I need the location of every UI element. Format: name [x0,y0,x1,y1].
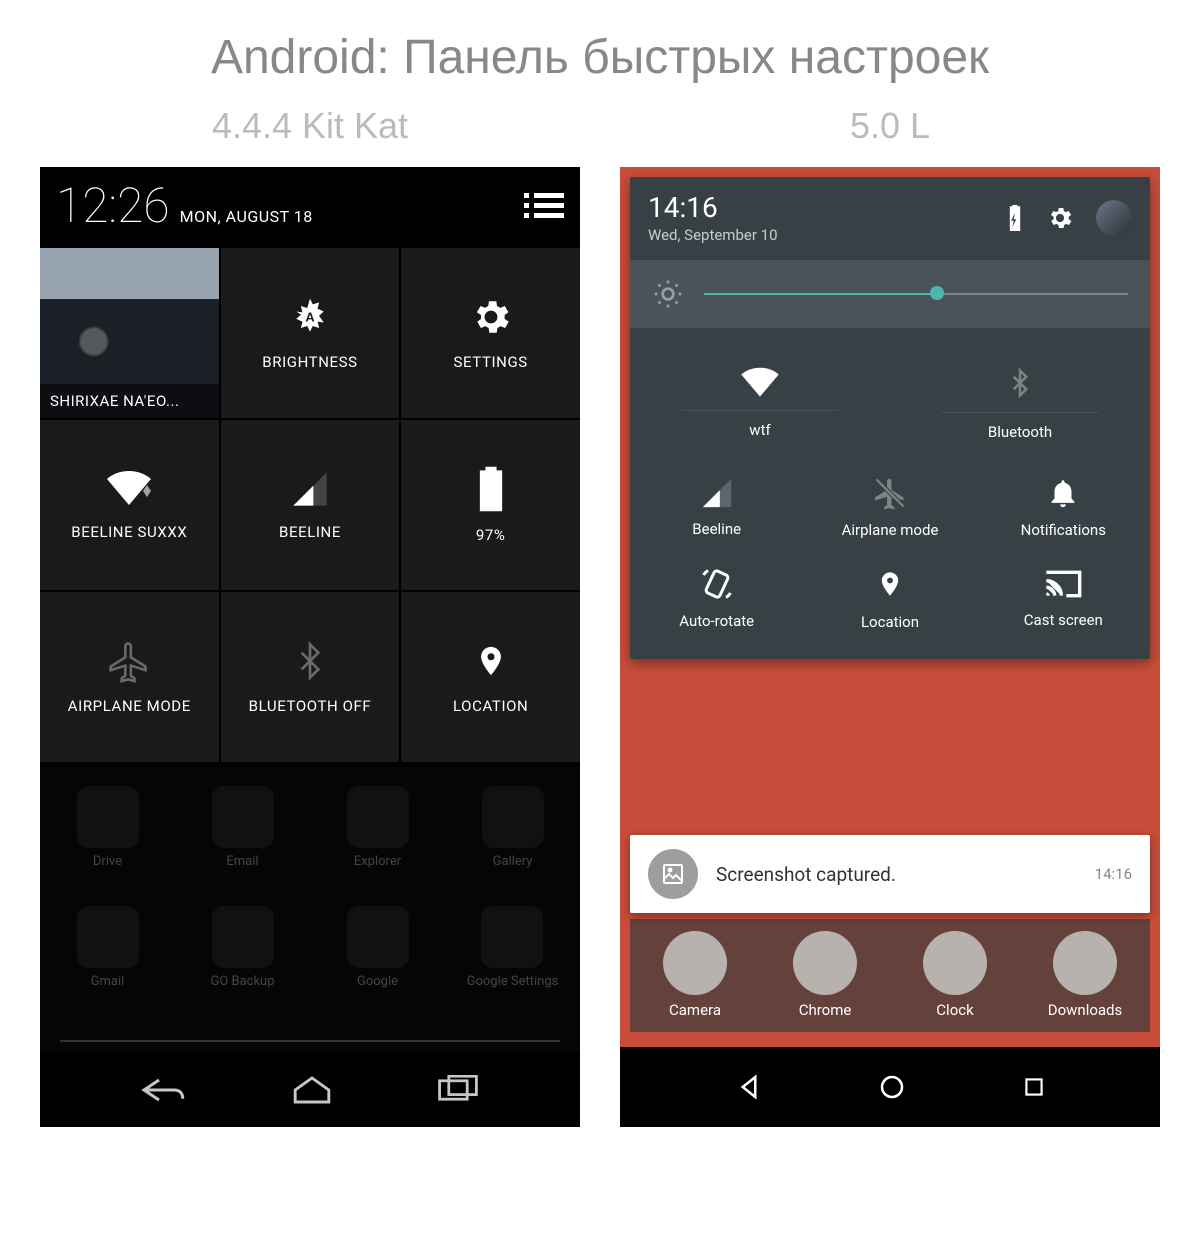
page-title: Android: Панель быстрых настроек [0,0,1200,105]
tile-bluetooth[interactable]: Bluetooth [890,338,1150,459]
app-explorer: Explorer [347,786,409,869]
tile-label: SETTINGS [454,353,528,371]
brightness-slider[interactable] [704,292,1128,296]
tile-label: Bluetooth [988,423,1052,441]
tile-battery[interactable]: 97% [401,420,580,590]
brightness-icon [652,278,684,310]
tile-cast[interactable]: Cast screen [977,549,1150,641]
notifications-panel-icon[interactable] [524,193,564,218]
location-pin-icon [474,639,508,683]
app-chrome: Chrome [793,931,857,1019]
nav-recent-icon[interactable] [435,1075,481,1105]
tile-brightness[interactable]: A BRIGHTNESS [221,248,400,418]
app-googlesettings: Google Settings [467,906,559,989]
nav-back-icon[interactable] [139,1073,189,1107]
lollipop-navbar [620,1047,1160,1127]
lollipop-tiles: wtf Bluetooth Beeline Airpla [630,328,1150,659]
gear-icon [469,295,513,339]
image-icon [648,849,698,899]
bell-icon [1046,475,1080,511]
app-downloads: Downloads [1048,931,1123,1019]
clock-date: Wed, September 10 [648,226,778,244]
kitkat-version-label: 4.4.4 Kit Kat [40,105,580,147]
lollipop-homescreen-peek: Camera Chrome Clock Downloads [630,919,1150,1032]
kitkat-homescreen: Drive Email Explorer Gallery Gmail GO Ba… [40,767,580,1052]
app-camera: Camera [663,931,727,1019]
airplane-off-icon [872,475,908,511]
app-drive: Drive [77,786,139,869]
tile-label: wtf [749,421,770,439]
battery-icon [478,466,504,512]
bluetooth-icon [1005,364,1035,402]
tile-label: Auto-rotate [679,612,754,630]
lollipop-status-header: 14:16 Wed, September 10 [630,177,1150,260]
clock-time: 12:26 [56,177,170,234]
wifi-icon [739,366,781,400]
tile-notifications[interactable]: Notifications [977,459,1150,549]
app-email: Email [212,786,274,869]
brightness-slider-row [630,260,1150,328]
nav-home-icon[interactable] [288,1075,336,1105]
wifi-icon [104,469,154,509]
tile-settings[interactable]: SETTINGS [401,248,580,418]
kitkat-phone: Drive Email Explorer Gallery Gmail GO Ba… [40,167,580,1127]
tile-cellular[interactable]: Beeline [630,459,803,549]
nav-home-icon[interactable] [877,1072,907,1102]
app-gmail: Gmail [77,906,139,989]
location-pin-icon [876,565,904,603]
clock-time: 14:16 [648,191,778,224]
tile-airplane[interactable]: AIRPLANE MODE [40,592,219,762]
tile-label: BLUETOOTH OFF [249,697,372,715]
app-google: Google [347,906,409,989]
kitkat-quick-settings-grid: SHIRIXAE NA'EO... A BRIGHTNESS SETTINGS … [40,248,580,762]
rotate-icon [697,566,737,602]
tile-autorotate[interactable]: Auto-rotate [630,549,803,641]
tile-profile[interactable]: SHIRIXAE NA'EO... [40,248,219,418]
battery-charging-icon [1006,205,1024,231]
lollipop-quick-settings-panel: 14:16 Wed, September 10 [630,177,1150,659]
tile-label: BRIGHTNESS [262,353,357,371]
nav-recent-icon[interactable] [1021,1074,1047,1100]
page-indicator [60,1040,560,1042]
profile-name: SHIRIXAE NA'EO... [40,384,219,418]
clock-date: MON, AUGUST 18 [180,207,313,226]
notification-title: Screenshot captured. [716,863,1077,886]
lollipop-version-label: 5.0 L [620,105,1160,147]
tile-label: LOCATION [453,697,528,715]
bluetooth-icon [290,639,330,683]
kitkat-status-header: 12:26 MON, AUGUST 18 [40,167,580,248]
signal-icon [700,476,734,510]
tile-label: Airplane mode [842,521,939,539]
airplane-icon [107,639,151,683]
tile-label: BEELINE [279,523,341,541]
cast-icon [1043,567,1083,601]
app-gobackup: GO Backup [210,906,274,989]
tile-label: BEELINE SUXXX [71,523,187,541]
tile-label: Cast screen [1024,611,1103,629]
tile-label: Location [861,613,919,631]
tile-location[interactable]: Location [803,549,976,641]
nav-back-icon[interactable] [734,1072,764,1102]
profile-avatar[interactable] [1096,200,1132,236]
brightness-icon: A [288,295,332,339]
tile-airplane[interactable]: Airplane mode [803,459,976,549]
tile-bluetooth[interactable]: BLUETOOTH OFF [221,592,400,762]
gear-icon[interactable] [1046,204,1074,232]
kitkat-navbar [40,1052,580,1127]
tile-label: Notifications [1021,521,1106,539]
app-clock: Clock [923,931,987,1019]
svg-text:A: A [305,310,314,325]
tile-wifi[interactable]: BEELINE SUXXX [40,420,219,590]
tile-wifi[interactable]: wtf [630,338,890,459]
signal-icon [290,469,330,509]
tile-cellular[interactable]: BEELINE [221,420,400,590]
tile-label: AIRPLANE MODE [68,697,191,715]
notification-time: 14:16 [1095,865,1132,883]
lollipop-phone: 14:16 Wed, September 10 [620,167,1160,1127]
tile-label: Beeline [692,520,741,538]
tile-location[interactable]: LOCATION [401,592,580,762]
tile-label: 97% [476,526,506,544]
app-gallery: Gallery [482,786,544,869]
notification-card[interactable]: Screenshot captured. 14:16 [630,835,1150,913]
